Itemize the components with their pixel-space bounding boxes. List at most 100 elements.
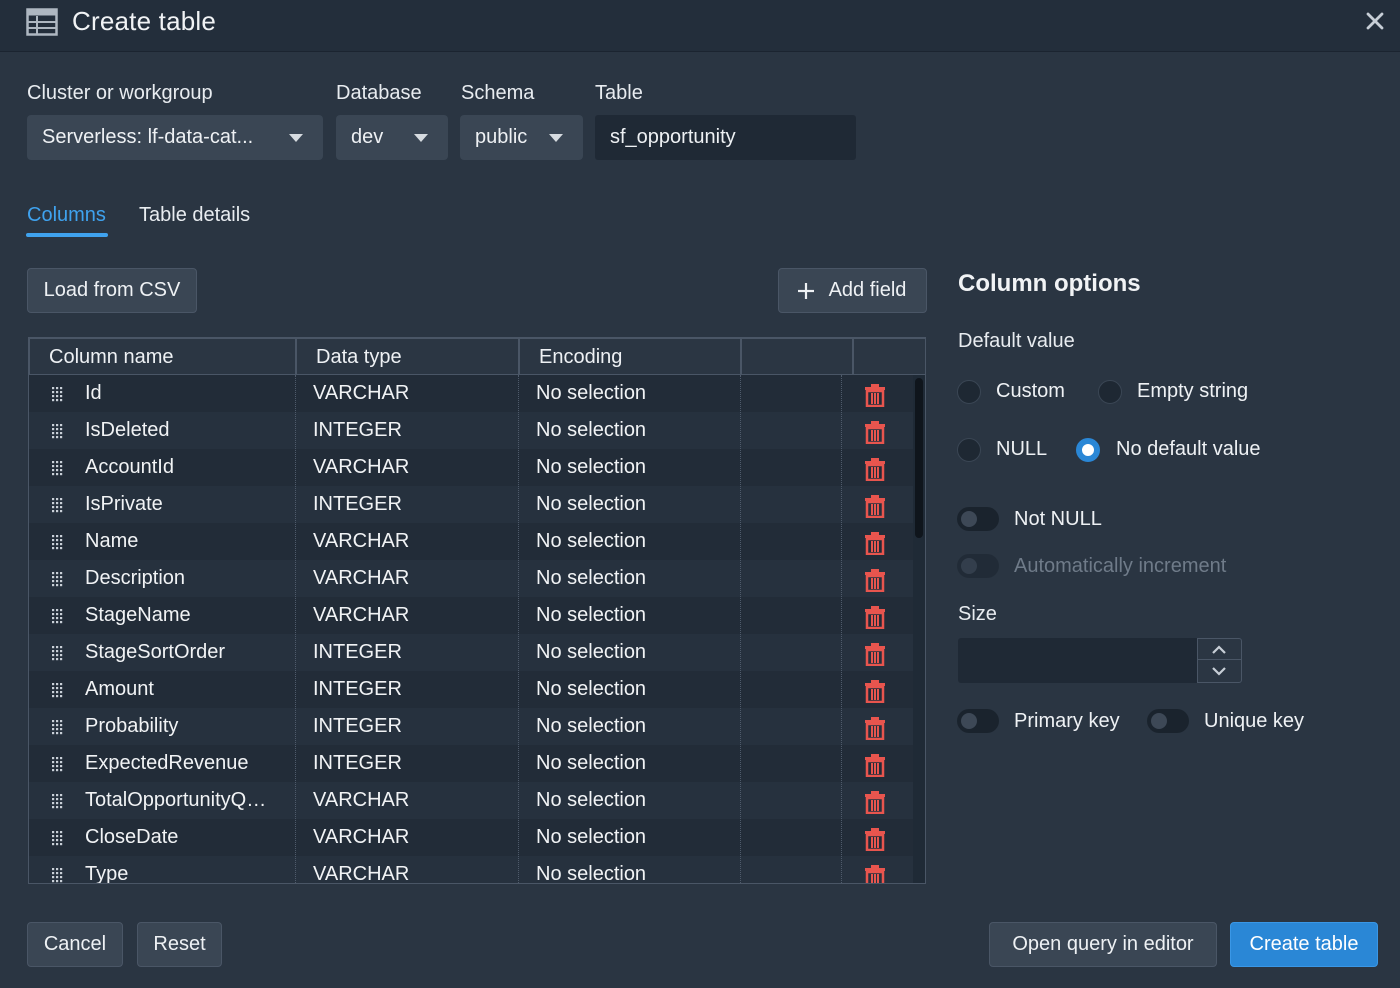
trash-icon[interactable]: [864, 679, 886, 703]
radio-custom-label[interactable]: Custom: [996, 380, 1065, 403]
cell-encoding[interactable]: No selection: [536, 782, 736, 819]
drag-handle-icon[interactable]: [51, 867, 63, 883]
cell-encoding[interactable]: No selection: [536, 560, 736, 597]
cell-encoding[interactable]: No selection: [536, 412, 736, 449]
trash-icon[interactable]: [864, 642, 886, 666]
add-field-button[interactable]: Add field: [778, 268, 927, 313]
stepper-up[interactable]: [1198, 639, 1241, 660]
create-table-button[interactable]: Create table: [1230, 922, 1378, 967]
drag-handle-icon[interactable]: [51, 534, 63, 550]
cell-encoding[interactable]: No selection: [536, 597, 736, 634]
cell-column-name[interactable]: Type: [85, 856, 290, 883]
cell-encoding[interactable]: No selection: [536, 449, 736, 486]
close-icon[interactable]: [1364, 10, 1386, 32]
trash-icon[interactable]: [864, 494, 886, 518]
cell-data-type[interactable]: VARCHAR: [313, 856, 513, 883]
trash-icon[interactable]: [864, 383, 886, 407]
database-select[interactable]: dev: [336, 115, 448, 160]
load-from-csv-button[interactable]: Load from CSV: [27, 268, 197, 313]
cell-data-type[interactable]: VARCHAR: [313, 819, 513, 856]
table-row[interactable]: StageName VARCHAR No selection: [29, 597, 913, 634]
cell-encoding[interactable]: No selection: [536, 486, 736, 523]
cluster-select[interactable]: Serverless: lf-data-cat...: [27, 115, 323, 160]
table-row[interactable]: TotalOpportunityQ… VARCHAR No selection: [29, 782, 913, 819]
trash-icon[interactable]: [864, 716, 886, 740]
cell-data-type[interactable]: VARCHAR: [313, 449, 513, 486]
trash-icon[interactable]: [864, 568, 886, 592]
cell-data-type[interactable]: INTEGER: [313, 486, 513, 523]
cell-data-type[interactable]: INTEGER: [313, 671, 513, 708]
drag-handle-icon[interactable]: [51, 497, 63, 513]
drag-handle-icon[interactable]: [51, 460, 63, 476]
header-encoding[interactable]: Encoding: [519, 338, 741, 375]
cell-data-type[interactable]: VARCHAR: [313, 523, 513, 560]
cell-encoding[interactable]: No selection: [536, 375, 736, 412]
unique-key-toggle[interactable]: [1147, 709, 1189, 733]
primary-key-toggle[interactable]: [957, 709, 999, 733]
cell-encoding[interactable]: No selection: [536, 745, 736, 782]
drag-handle-icon[interactable]: [51, 645, 63, 661]
cell-data-type[interactable]: INTEGER: [313, 745, 513, 782]
trash-icon[interactable]: [864, 457, 886, 481]
table-row[interactable]: AccountId VARCHAR No selection: [29, 449, 913, 486]
radio-null[interactable]: [957, 438, 981, 462]
cell-column-name[interactable]: Name: [85, 523, 290, 560]
trash-icon[interactable]: [864, 420, 886, 444]
trash-icon[interactable]: [864, 827, 886, 851]
drag-handle-icon[interactable]: [51, 793, 63, 809]
cell-encoding[interactable]: No selection: [536, 856, 736, 883]
cancel-button[interactable]: Cancel: [27, 922, 123, 967]
drag-handle-icon[interactable]: [51, 756, 63, 772]
radio-no-default-value[interactable]: [1076, 438, 1100, 462]
radio-empty-string[interactable]: [1098, 380, 1122, 404]
radio-no-default-value-label[interactable]: No default value: [1116, 438, 1261, 461]
table-name-input[interactable]: sf_opportunity: [595, 115, 856, 160]
cell-data-type[interactable]: INTEGER: [313, 412, 513, 449]
cell-data-type[interactable]: INTEGER: [313, 708, 513, 745]
table-row[interactable]: Name VARCHAR No selection: [29, 523, 913, 560]
drag-handle-icon[interactable]: [51, 386, 63, 402]
cell-encoding[interactable]: No selection: [536, 819, 736, 856]
size-input[interactable]: [958, 638, 1198, 683]
grid-scrollbar-thumb[interactable]: [915, 378, 923, 538]
tab-columns[interactable]: Columns: [27, 204, 106, 227]
table-row[interactable]: Probability INTEGER No selection: [29, 708, 913, 745]
cell-encoding[interactable]: No selection: [536, 708, 736, 745]
drag-handle-icon[interactable]: [51, 719, 63, 735]
auto-increment-toggle[interactable]: [957, 554, 999, 578]
cell-data-type[interactable]: VARCHAR: [313, 375, 513, 412]
header-data-type[interactable]: Data type: [296, 338, 519, 375]
cell-column-name[interactable]: TotalOpportunityQ…: [85, 782, 290, 819]
trash-icon[interactable]: [864, 790, 886, 814]
table-row[interactable]: Type VARCHAR No selection: [29, 856, 913, 884]
cell-data-type[interactable]: VARCHAR: [313, 597, 513, 634]
cell-encoding[interactable]: No selection: [536, 634, 736, 671]
cell-data-type[interactable]: VARCHAR: [313, 782, 513, 819]
reset-button[interactable]: Reset: [137, 922, 222, 967]
trash-icon[interactable]: [864, 605, 886, 629]
cell-column-name[interactable]: IsDeleted: [85, 412, 290, 449]
table-row[interactable]: Description VARCHAR No selection: [29, 560, 913, 597]
table-row[interactable]: Amount INTEGER No selection: [29, 671, 913, 708]
drag-handle-icon[interactable]: [51, 682, 63, 698]
not-null-toggle[interactable]: [957, 507, 999, 531]
open-query-in-editor-button[interactable]: Open query in editor: [989, 922, 1217, 967]
cell-column-name[interactable]: CloseDate: [85, 819, 290, 856]
drag-handle-icon[interactable]: [51, 830, 63, 846]
schema-select[interactable]: public: [460, 115, 583, 160]
table-row[interactable]: IsDeleted INTEGER No selection: [29, 412, 913, 449]
table-row[interactable]: ExpectedRevenue INTEGER No selection: [29, 745, 913, 782]
trash-icon[interactable]: [864, 864, 886, 884]
table-row[interactable]: Id VARCHAR No selection: [29, 375, 913, 412]
table-row[interactable]: StageSortOrder INTEGER No selection: [29, 634, 913, 671]
radio-null-label[interactable]: NULL: [996, 438, 1047, 461]
cell-column-name[interactable]: IsPrivate: [85, 486, 290, 523]
drag-handle-icon[interactable]: [51, 608, 63, 624]
cell-column-name[interactable]: Probability: [85, 708, 290, 745]
cell-column-name[interactable]: StageSortOrder: [85, 634, 290, 671]
cell-column-name[interactable]: Description: [85, 560, 290, 597]
stepper-down[interactable]: [1198, 661, 1241, 682]
table-row[interactable]: CloseDate VARCHAR No selection: [29, 819, 913, 856]
cell-column-name[interactable]: Amount: [85, 671, 290, 708]
cell-column-name[interactable]: AccountId: [85, 449, 290, 486]
